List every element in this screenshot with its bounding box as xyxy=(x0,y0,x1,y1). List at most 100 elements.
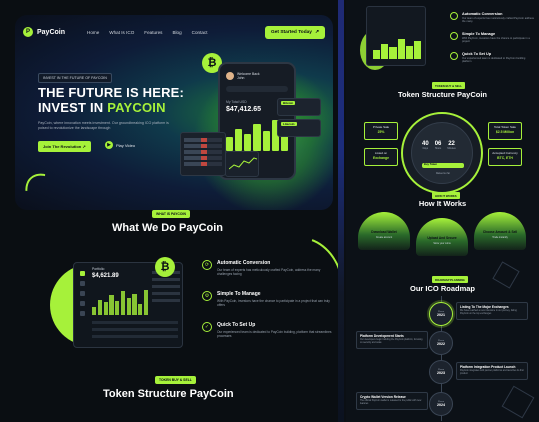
avatar xyxy=(226,72,234,80)
sidebar-icon[interactable] xyxy=(80,271,85,276)
roadmap-item: Crypto Wallet Version Release The officia… xyxy=(356,392,428,410)
countdown-minutes: 22 Minutes xyxy=(447,141,455,150)
dashboard-chart xyxy=(373,37,422,59)
mini-line-chart xyxy=(228,157,258,170)
logo[interactable]: P PayCoin xyxy=(23,27,65,37)
feature-quick-setup: Quick To Set Up Our experienced team is … xyxy=(450,52,534,64)
chart-bar xyxy=(103,302,108,315)
dashboard-value: $4,621.89 xyxy=(92,273,119,279)
feature-title: Automatic Conversion xyxy=(217,260,271,266)
nav-links: Home What Is ICO Features Blog Contact xyxy=(87,30,207,35)
feature-automatic-conversion: Automatic Conversion Our team of experts… xyxy=(450,12,534,24)
roadmap-year: Phase 2021 xyxy=(429,302,453,326)
token-item: Total Token Sale $2.5 Million xyxy=(488,122,522,140)
step-title: Download Wallet xyxy=(371,230,397,234)
conversion-icon: ⟳ xyxy=(202,260,212,270)
token-item: Accepted Currency BTC, ETH xyxy=(488,148,522,166)
phone-username: John xyxy=(237,76,245,80)
roadmap-item-title: Platform Integration Product Launch xyxy=(460,365,516,369)
phone-search-bar[interactable] xyxy=(226,86,288,92)
list-item xyxy=(152,292,180,295)
get-started-label: Get Started Today xyxy=(271,29,312,35)
what-we-do-heading: What We Do PayCoin xyxy=(112,222,224,234)
sidebar-icon[interactable] xyxy=(80,311,85,316)
join-revolution-label: Join The Revolution xyxy=(43,144,82,149)
chart-bar xyxy=(120,291,125,315)
chart-bar xyxy=(373,50,381,59)
nav-link-contact[interactable]: Contact xyxy=(192,30,208,35)
join-revolution-button[interactable]: Join The Revolution ↗ xyxy=(38,141,91,152)
countdown-days: 40 Days xyxy=(422,141,429,150)
countdown: 40 Days 06 Hours 22 Minutes xyxy=(422,141,456,150)
play-video-label: Play Video xyxy=(116,142,136,148)
list-item xyxy=(152,285,180,288)
sidebar-icon[interactable] xyxy=(80,301,85,306)
hero-paragraph: PayCoin, where innovation meets investme… xyxy=(38,121,169,130)
table-row xyxy=(184,162,222,166)
token-tag: TOKEN BUY & SELL xyxy=(155,376,196,384)
play-video-button[interactable]: ▶ Play Video xyxy=(105,141,135,149)
hero-title-line1: THE FUTURE IS HERE: xyxy=(38,85,185,100)
year-value: 2023 xyxy=(437,371,445,375)
roadmap-item: Platform Integration Product Launch PayCo… xyxy=(456,362,528,380)
nav-link-blog[interactable]: Blog xyxy=(172,30,181,35)
phone-user: Welcome Back John xyxy=(226,72,288,80)
dashboard-illustration: Portfolio $4,621.89 ₿ xyxy=(45,257,185,352)
token-tag: TOKEN BUY & SELL xyxy=(432,82,466,89)
landing-preview-left: P PayCoin Home What Is ICO Features Blog… xyxy=(0,0,342,422)
countdown-hours: 06 Hours xyxy=(435,141,442,150)
manage-icon xyxy=(450,32,458,40)
manage-icon: ⚙ xyxy=(202,291,212,301)
setup-icon xyxy=(450,52,458,60)
market-table-card xyxy=(180,132,226,176)
feature-text: Automatic Conversion Our team of experts… xyxy=(462,12,534,24)
coin-tag-bitcoin: Bitcoin xyxy=(281,101,296,105)
how-step-sell: Choose Amount & Sell Trade instantly xyxy=(474,212,526,250)
coin-card-litecoin[interactable]: Litecoin xyxy=(277,119,321,137)
nav-link-home[interactable]: Home xyxy=(87,30,99,35)
feature-text: Quick To Set Up Our experienced team is … xyxy=(462,52,534,64)
token-item: Private Sale 25% xyxy=(364,122,398,140)
dashboard-card xyxy=(366,6,426,66)
token-item-title: Private Sale xyxy=(372,125,390,129)
buy-token-button[interactable]: Buy Token xyxy=(422,163,464,168)
dashboard-footer xyxy=(92,321,178,342)
chart-bar xyxy=(413,41,422,59)
token-countdown-ring: 40 Days 06 Hours 22 Minutes Buy Token Raise… xyxy=(401,112,483,194)
feature-desc: Our team of experts has meticulously cra… xyxy=(462,17,534,24)
roadmap-item-desc: The official PayCoin wallet is released … xyxy=(360,400,422,405)
logo-mark-icon: P xyxy=(23,27,33,37)
step-desc: Store your coins xyxy=(433,242,451,245)
step-desc: Create account xyxy=(375,236,393,239)
chart-bar xyxy=(97,299,102,315)
chart-bar xyxy=(253,123,261,151)
feature-text: Simple To Manage With PayCoin, investors… xyxy=(462,32,534,44)
chart-bar xyxy=(381,43,389,59)
table-row xyxy=(184,144,222,148)
nav-link-what-is-ico[interactable]: What Is ICO xyxy=(109,30,134,35)
token-item-value: BTC, ETH xyxy=(497,156,513,160)
feature-title: Quick To Set Up xyxy=(217,322,256,328)
nav-link-features[interactable]: Features xyxy=(144,30,162,35)
step-desc: Trade instantly xyxy=(492,236,508,239)
chart-bar xyxy=(92,306,97,315)
feature-automatic-conversion: ⟳ Automatic Conversion Our team of exper… xyxy=(202,260,332,277)
feature-title: Quick To Set Up xyxy=(462,52,492,56)
hero-title: THE FUTURE IS HERE: INVEST IN PAYCOIN xyxy=(38,85,184,115)
chart-bar xyxy=(405,45,413,59)
sidebar-icon[interactable] xyxy=(80,281,85,286)
coin-card-bitcoin[interactable]: Bitcoin xyxy=(277,98,321,116)
feature-text: Automatic Conversion Our team of experts… xyxy=(217,260,332,277)
feature-desc: Our team of experts has meticulously cra… xyxy=(217,268,321,277)
year-value: 2022 xyxy=(437,342,445,346)
roadmap-item: Listing To The Major Exchanges We have re… xyxy=(456,302,528,320)
roadmap-year: Phase 2024 xyxy=(429,392,453,416)
feature-desc: Our experienced team is dedicated to Pay… xyxy=(217,330,332,339)
chart-bar xyxy=(126,298,131,315)
chart-bar xyxy=(138,303,143,315)
how-heading: How It Works xyxy=(418,199,467,208)
hero-title-line2: INVEST IN PAYCOIN xyxy=(38,100,184,115)
phone-user-text: Welcome Back John xyxy=(237,72,260,80)
sidebar-icon[interactable] xyxy=(80,291,85,296)
get-started-button[interactable]: Get Started Today ↗ xyxy=(265,25,325,39)
